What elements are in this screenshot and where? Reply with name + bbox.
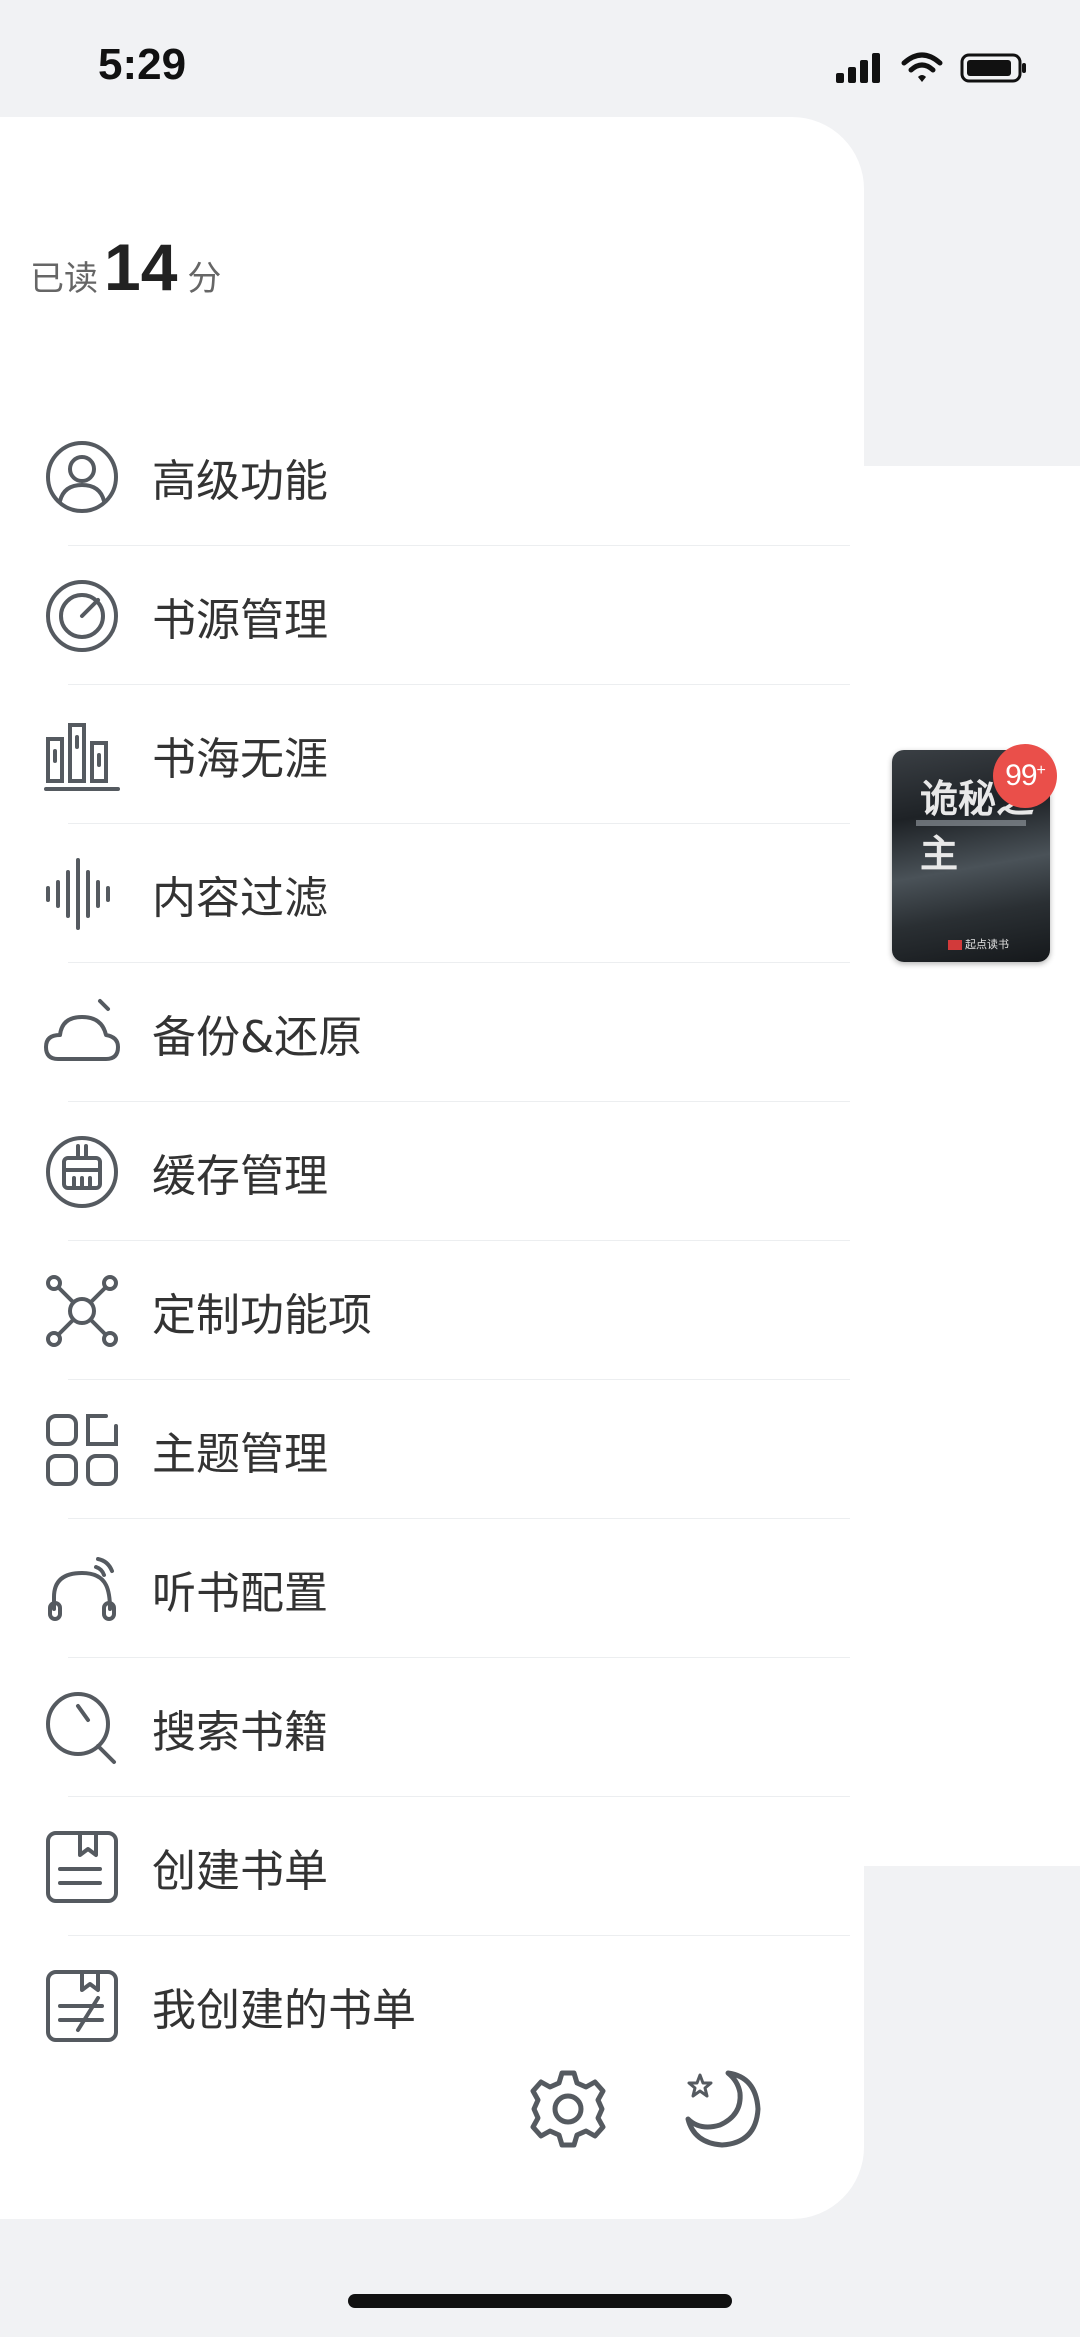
broom-icon: [44, 1134, 120, 1210]
battery-icon: [960, 53, 1026, 83]
menu-item-label: 书源管理: [152, 594, 328, 646]
status-icons: [834, 48, 1030, 88]
disc-icon: [44, 578, 120, 654]
menu-item-advanced[interactable]: 高级功能: [0, 407, 850, 546]
menu-item-label: 备份&还原: [152, 1011, 363, 1063]
night-mode-button[interactable]: [680, 2067, 764, 2151]
menu-item-label: 听书配置: [152, 1567, 328, 1619]
bookshelf-icon: [44, 717, 120, 793]
score-suffix: 分: [187, 259, 222, 299]
score-prefix: 已读: [30, 259, 98, 299]
menu-item-theme[interactable]: 主题管理: [0, 1380, 850, 1519]
side-drawer: 已读 14 分 高级功能 书源管理 书海无涯 内容过滤 备份&还原 缓存管理 定…: [0, 117, 864, 2219]
cloud-icon: [44, 995, 120, 1071]
headphones-icon: [44, 1551, 120, 1627]
moon-star-icon: [685, 2070, 761, 2148]
menu-item-customize[interactable]: 定制功能项: [0, 1241, 850, 1380]
reading-score: 已读 14 分: [30, 229, 221, 305]
search-icon: [44, 1690, 120, 1766]
book-cover-publisher: 起点读书: [948, 936, 1009, 952]
user-circle-icon: [44, 439, 120, 515]
score-value: 14: [104, 230, 178, 304]
menu-item-label: 高级功能: [152, 455, 328, 507]
menu-item-search-books[interactable]: 搜索书籍: [0, 1658, 850, 1797]
bookshelf-panel: [840, 466, 1080, 1866]
menu-item-my-booklists[interactable]: 我创建的书单: [0, 1936, 850, 2075]
menu-item-label: 书海无涯: [152, 733, 328, 785]
menu-item-content-filter[interactable]: 内容过滤: [0, 824, 850, 963]
menu-item-label: 创建书单: [152, 1845, 328, 1897]
menu-item-label: 定制功能项: [152, 1289, 372, 1341]
wifi-icon: [901, 52, 943, 82]
menu-item-backup-restore[interactable]: 备份&还原: [0, 963, 850, 1102]
menu-item-label: 我创建的书单: [152, 1984, 416, 2036]
grid-icon: [44, 1412, 120, 1488]
booklist-icon: [44, 1829, 120, 1905]
menu-item-book-ocean[interactable]: 书海无涯: [0, 685, 850, 824]
status-time: 5:29: [98, 40, 187, 89]
menu-item-cache[interactable]: 缓存管理: [0, 1102, 850, 1241]
network-icon: [44, 1273, 120, 1349]
home-indicator[interactable]: [348, 2294, 732, 2308]
book-cover-subtitle-line: [916, 820, 1026, 826]
menu-item-book-sources[interactable]: 书源管理: [0, 546, 850, 685]
status-bar: 5:29: [0, 0, 1080, 118]
unread-badge: 99 +: [993, 744, 1057, 808]
sound-wave-icon: [44, 856, 120, 932]
menu-item-label: 缓存管理: [152, 1150, 328, 1202]
gear-icon: [530, 2070, 606, 2148]
my-booklist-icon: [44, 1968, 120, 2044]
menu-item-audiobook[interactable]: 听书配置: [0, 1519, 850, 1658]
menu-item-label: 搜索书籍: [152, 1706, 328, 1758]
signal-icon: [836, 53, 880, 83]
drawer-menu: 高级功能 书源管理 书海无涯 内容过滤 备份&还原 缓存管理 定制功能项 主题管…: [0, 407, 850, 2075]
menu-item-create-booklist[interactable]: 创建书单: [0, 1797, 850, 1936]
settings-button[interactable]: [526, 2067, 610, 2151]
menu-item-label: 内容过滤: [152, 872, 328, 924]
menu-item-label: 主题管理: [152, 1428, 328, 1480]
